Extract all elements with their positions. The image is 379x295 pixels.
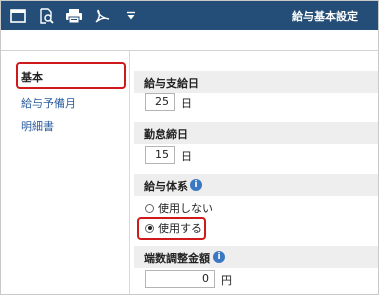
cutoff-day-unit: 日 xyxy=(181,150,192,163)
radio-label-not-use: 使用しない xyxy=(158,202,213,215)
sidebar-item-basic[interactable]: 基本 xyxy=(21,69,43,85)
sub-toolbar xyxy=(1,30,378,51)
section-pay-day-title: 給与支給日 xyxy=(144,77,199,90)
rounding-amount-unit: 円 xyxy=(221,274,232,287)
radio-not-use[interactable]: 使用しない xyxy=(145,201,213,215)
section-pay-system-header: 給与体系 i xyxy=(134,174,378,196)
radio-circle-use[interactable] xyxy=(145,223,154,233)
pdf-icon[interactable] xyxy=(93,6,113,26)
radio-circle-not-use[interactable] xyxy=(145,203,154,213)
section-cutoff-day-header: 勤怠締日 xyxy=(134,122,378,144)
pay-day-input[interactable]: 25 xyxy=(145,93,175,111)
radio-label-use: 使用する xyxy=(158,222,202,235)
sidebar-item-reserve-month[interactable]: 給与予備月 xyxy=(21,95,76,111)
section-rounding-header: 端数調整金額 i xyxy=(134,246,378,268)
section-cutoff-day-title: 勤怠締日 xyxy=(144,128,188,141)
radio-use[interactable]: 使用する xyxy=(145,221,202,235)
dropdown-icon[interactable] xyxy=(121,6,141,26)
info-icon[interactable]: i xyxy=(213,251,225,263)
search-document-icon[interactable] xyxy=(36,6,56,26)
window-title: 給与基本設定 xyxy=(292,10,358,23)
toolbar: 給与基本設定 xyxy=(1,1,378,30)
pay-day-unit: 日 xyxy=(181,97,192,110)
info-icon[interactable]: i xyxy=(190,179,202,191)
print-icon[interactable] xyxy=(64,6,84,26)
section-pay-system-title: 給与体系 xyxy=(144,180,188,193)
rounding-amount-input[interactable]: 0 xyxy=(145,270,215,288)
window-icon[interactable] xyxy=(8,6,28,26)
section-rounding-title: 端数調整金額 xyxy=(144,252,210,265)
cutoff-day-input[interactable]: 15 xyxy=(145,146,175,164)
sidebar-item-statement[interactable]: 明細書 xyxy=(21,118,54,134)
section-pay-day-header: 給与支給日 xyxy=(134,71,378,93)
